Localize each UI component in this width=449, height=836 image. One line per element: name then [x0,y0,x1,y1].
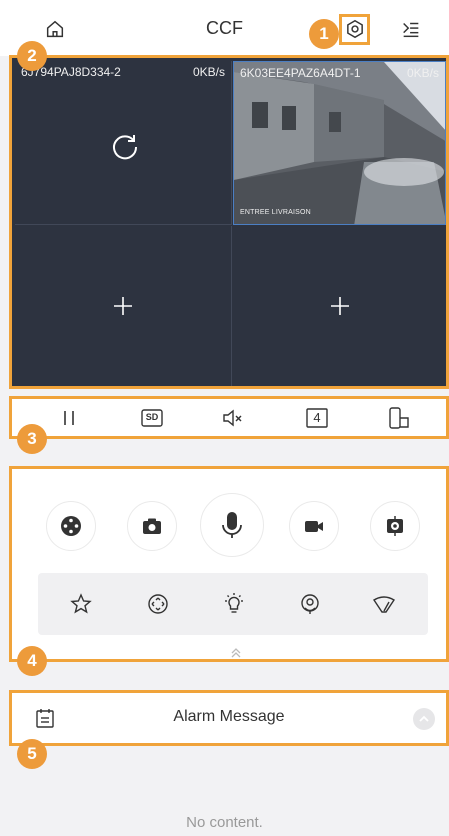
badge-1: 1 [309,19,339,49]
badge-3: 3 [17,424,47,454]
alarm-section: Alarm Message No content. [0,666,449,836]
ptz-icon [61,516,81,536]
collapse-chevron-icon[interactable] [412,707,436,731]
video-cell-1[interactable]: 6J794PAJ8D334-2 0KB/s [15,61,232,225]
sd-label: SD [145,412,159,422]
expand-chevron-icon[interactable] [230,647,242,659]
channel-label: 6K03EE4PAZ6A4DT-1 [240,66,361,80]
empty-state-text: No content. [186,814,263,831]
fisheye-icon [387,516,403,536]
wiper-icon[interactable] [372,592,396,616]
mute-icon[interactable] [221,406,245,430]
quality-sd-button[interactable]: SD [140,406,164,430]
video-record-icon [305,521,323,532]
playback-control-bar: SD 4 [9,396,449,439]
video-grid: 6J794PAJ8D334-2 0KB/s 6K03EE4PAZ6A4DT-1 … [9,55,449,389]
header: CCF [0,0,449,56]
split-screen-button[interactable]: 4 [305,406,329,430]
tool-row [38,573,428,635]
record-button[interactable] [289,501,339,551]
alarm-message-header[interactable]: Alarm Message [9,690,449,746]
microphone-icon [222,512,242,538]
light-bulb-icon[interactable] [222,592,246,616]
menu-icon[interactable] [400,18,422,40]
badge-2: 2 [17,41,47,71]
settings-icon[interactable] [344,18,366,40]
pause-icon[interactable] [57,406,81,430]
fisheye-button[interactable] [370,501,420,551]
location-tracking-icon[interactable] [298,592,322,616]
badge-4: 4 [17,646,47,676]
rotate-view-icon[interactable] [146,592,170,616]
bitrate-label: 0KB/s [406,66,439,80]
badge-5: 5 [17,739,47,769]
add-channel-icon[interactable] [112,295,134,317]
camera-feed-image [234,62,445,224]
star-icon[interactable] [69,592,93,616]
alarm-title: Alarm Message [173,708,285,725]
ptz-button[interactable] [46,501,96,551]
tools-panel [9,466,449,662]
fullscreen-rotate-icon[interactable] [386,406,410,430]
camera-osd-text: ENTREE LIVRAISON [240,209,311,216]
bitrate-label: 0KB/s [192,65,225,79]
snapshot-button[interactable] [127,501,177,551]
split-count-label: 4 [313,410,321,425]
loading-icon [113,135,138,160]
add-channel-icon[interactable] [329,295,351,317]
camera-icon [143,518,161,534]
page-title: CCF [206,18,243,38]
video-cell-2[interactable]: 6K03EE4PAZ6A4DT-1 0KB/s ENTREE LIVRAISON [233,61,446,225]
video-cell-3[interactable] [15,226,232,386]
video-cell-4[interactable] [233,226,446,386]
talk-button[interactable] [200,493,264,557]
